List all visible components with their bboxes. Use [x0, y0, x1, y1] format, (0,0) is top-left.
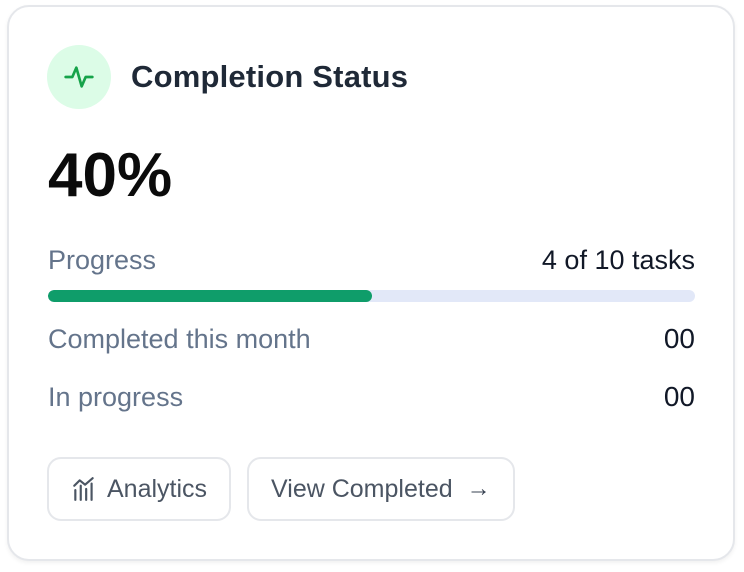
stat-label: Completed this month: [48, 324, 311, 354]
analytics-button[interactable]: Analytics: [47, 457, 232, 521]
progress-bar-fill: [48, 290, 372, 302]
stat-label: In progress: [48, 382, 184, 412]
stat-value: 00: [663, 381, 695, 412]
bar-chart-icon: [71, 476, 97, 502]
view-completed-button[interactable]: View Completed →: [247, 457, 515, 521]
stat-row-in-progress: In progress 00: [48, 381, 695, 413]
progress-bar-track: [48, 290, 695, 302]
progress-row: Progress 4 of 10 tasks: [48, 245, 695, 276]
progress-value: 4 of 10 tasks: [541, 245, 695, 275]
progress-label: Progress: [48, 245, 157, 275]
stat-row-completed-this-month: Completed this month 00: [48, 323, 695, 355]
arrow-right-icon: →: [466, 475, 491, 502]
card-title: Completion Status: [131, 59, 409, 94]
card-header: Completion Status: [47, 45, 408, 109]
analytics-button-label: Analytics: [107, 474, 208, 503]
view-completed-button-label: View Completed: [271, 474, 453, 503]
activity-icon: [47, 45, 111, 109]
completion-status-card: Completion Status 40% Progress 4 of 10 t…: [7, 5, 735, 561]
completion-percent: 40%: [48, 141, 173, 210]
action-buttons: Analytics View Completed →: [47, 457, 515, 521]
stat-value: 00: [663, 323, 695, 354]
